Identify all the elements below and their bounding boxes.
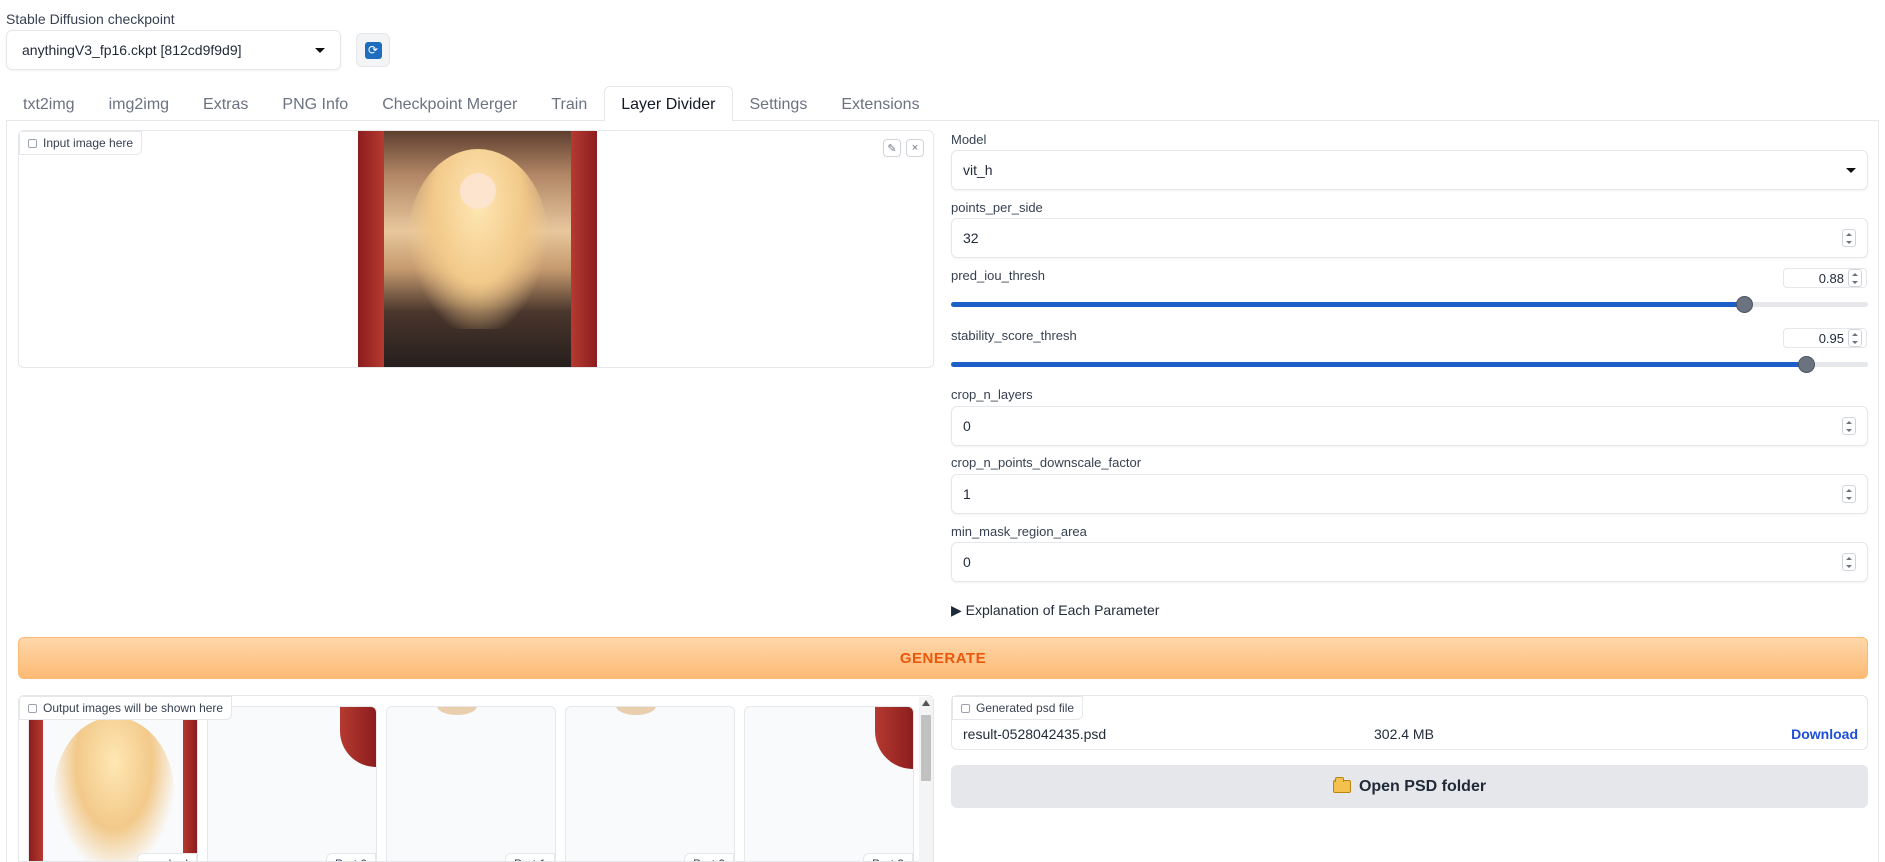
part-curtain-fragment	[340, 707, 376, 767]
model-value: vit_h	[963, 162, 993, 178]
output-label-chip: Output images will be shown here	[19, 696, 233, 720]
close-icon: ×	[911, 142, 919, 154]
tab-train[interactable]: Train	[534, 86, 604, 121]
tab-img2img[interactable]: img2img	[92, 86, 186, 121]
gallery-thumbnail-part-3[interactable]: Part 3	[744, 706, 914, 861]
tab-png-info[interactable]: PNG Info	[265, 86, 365, 121]
slider-thumb[interactable]	[1797, 356, 1815, 373]
number-stepper-icon[interactable]	[1848, 329, 1862, 347]
gallery-thumbnail-part-1[interactable]: Part 1	[386, 706, 556, 861]
download-link[interactable]: Download	[1791, 726, 1858, 742]
pred-iou-thresh-slider[interactable]	[951, 296, 1868, 313]
model-dropdown[interactable]: vit_h	[951, 150, 1868, 190]
checkpoint-label: Stable Diffusion checkpoint	[6, 11, 175, 27]
tab-txt2img[interactable]: txt2img	[6, 86, 92, 121]
stability-score-thresh-label: stability_score_thresh	[951, 328, 1077, 343]
crop-n-layers-input[interactable]: 0	[951, 406, 1868, 446]
psd-size: 302.4 MB	[1374, 726, 1434, 742]
slider-fill	[951, 362, 1806, 367]
gallery-thumbnail-part-0[interactable]: Part 0	[207, 706, 377, 861]
tab-layer-divider[interactable]: Layer Divider	[604, 86, 733, 121]
scrollbar-thumb[interactable]	[921, 715, 931, 781]
file-icon	[961, 703, 970, 713]
tab-settings[interactable]: Settings	[733, 86, 825, 121]
image-icon	[28, 703, 37, 713]
min-mask-region-area-label: min_mask_region_area	[951, 524, 1087, 539]
points-per-side-input[interactable]: 32	[951, 218, 1868, 258]
checkpoint-value: anythingV3_fp16.ckpt [812cd9f9d9]	[22, 42, 242, 58]
part-fragment	[616, 707, 656, 715]
generated-psd-file: Generated psd file result-0528042435.psd…	[951, 695, 1868, 750]
points-per-side-value: 32	[963, 230, 979, 246]
output-gallery: Output images will be shown here masked …	[18, 695, 934, 862]
crop-n-layers-value: 0	[963, 418, 971, 434]
refresh-checkpoint-button[interactable]: ⟳	[356, 33, 390, 67]
min-mask-region-area-value: 0	[963, 554, 971, 570]
gallery-scrollbar[interactable]	[919, 697, 933, 862]
min-mask-region-area-input[interactable]: 0	[951, 542, 1868, 582]
crop-n-points-downscale-factor-label: crop_n_points_downscale_factor	[951, 455, 1142, 470]
tab-extras[interactable]: Extras	[186, 86, 265, 121]
thumbnail-caption: Part 0	[325, 853, 376, 861]
image-icon	[28, 138, 37, 148]
open-psd-folder-label: Open PSD folder	[1358, 777, 1487, 795]
thumbnail-caption: Part 2	[683, 853, 734, 861]
pred-iou-thresh-number[interactable]: 0.88	[1783, 268, 1867, 288]
slider-fill	[951, 302, 1745, 307]
stability-score-thresh-value: 0.95	[1818, 330, 1844, 346]
chevron-down-icon	[1846, 167, 1856, 173]
gallery-thumbnail-part-2[interactable]: Part 2	[565, 706, 735, 861]
tab-extensions[interactable]: Extensions	[824, 86, 936, 121]
image-curtain-right	[183, 707, 197, 861]
image-curtain-left	[29, 707, 43, 861]
crop-n-points-downscale-factor-value: 1	[963, 486, 971, 502]
clear-image-button[interactable]: ×	[906, 139, 924, 157]
thumbnail-caption: masked	[136, 853, 197, 861]
psd-filename: result-0528042435.psd	[963, 726, 1107, 742]
pencil-icon: ✎	[887, 142, 897, 155]
explanation-toggle[interactable]: ▶ Explanation of Each Parameter	[951, 602, 1159, 619]
refresh-icon: ⟳	[364, 41, 382, 59]
crop-n-layers-label: crop_n_layers	[951, 387, 1033, 402]
generate-button[interactable]: GENERATE	[18, 637, 1868, 679]
number-stepper-icon[interactable]	[1842, 553, 1856, 571]
model-label: Model	[951, 132, 987, 147]
image-figure-face	[460, 173, 496, 209]
number-stepper-icon[interactable]	[1842, 229, 1856, 247]
psd-file-row: result-0528042435.psd 302.4 MB Download	[963, 726, 1858, 742]
input-image-label: Input image here	[43, 136, 134, 150]
open-psd-folder-button[interactable]: Open PSD folder	[951, 765, 1868, 808]
number-stepper-icon[interactable]	[1842, 485, 1856, 503]
tab-bar: txt2img img2img Extras PNG Info Checkpoi…	[6, 86, 937, 121]
image-curtain-right	[571, 131, 597, 367]
part-curtain-fragment	[875, 707, 913, 769]
gallery-thumbnail-masked[interactable]: masked	[28, 706, 198, 861]
crop-n-points-downscale-factor-input[interactable]: 1	[951, 474, 1868, 514]
psd-label: Generated psd file	[976, 701, 1075, 715]
thumbnail-caption: Part 1	[504, 853, 555, 861]
input-image-preview	[358, 131, 597, 367]
image-figure-hair	[54, 717, 174, 861]
part-fragment	[437, 707, 477, 715]
folder-icon	[1332, 777, 1351, 793]
pred-iou-thresh-label: pred_iou_thresh	[951, 268, 1045, 283]
stability-score-thresh-slider[interactable]	[951, 356, 1868, 373]
checkpoint-dropdown[interactable]: anythingV3_fp16.ckpt [812cd9f9d9]	[6, 30, 341, 70]
input-image-dropzone[interactable]: Input image here ✎ ×	[18, 130, 934, 368]
input-image-label-chip: Input image here	[19, 131, 143, 155]
output-label: Output images will be shown here	[43, 701, 224, 715]
chevron-down-icon	[315, 47, 325, 53]
points-per-side-label: points_per_side	[951, 200, 1043, 215]
number-stepper-icon[interactable]	[1842, 417, 1856, 435]
image-curtain-left	[358, 131, 384, 367]
scroll-up-icon[interactable]	[922, 700, 930, 706]
pred-iou-thresh-value: 0.88	[1818, 270, 1844, 286]
tab-checkpoint-merger[interactable]: Checkpoint Merger	[365, 86, 534, 121]
edit-image-button[interactable]: ✎	[883, 139, 901, 157]
thumbnail-caption: Part 3	[862, 853, 913, 861]
psd-label-chip: Generated psd file	[952, 696, 1084, 720]
stability-score-thresh-number[interactable]: 0.95	[1783, 328, 1867, 348]
number-stepper-icon[interactable]	[1848, 269, 1862, 287]
